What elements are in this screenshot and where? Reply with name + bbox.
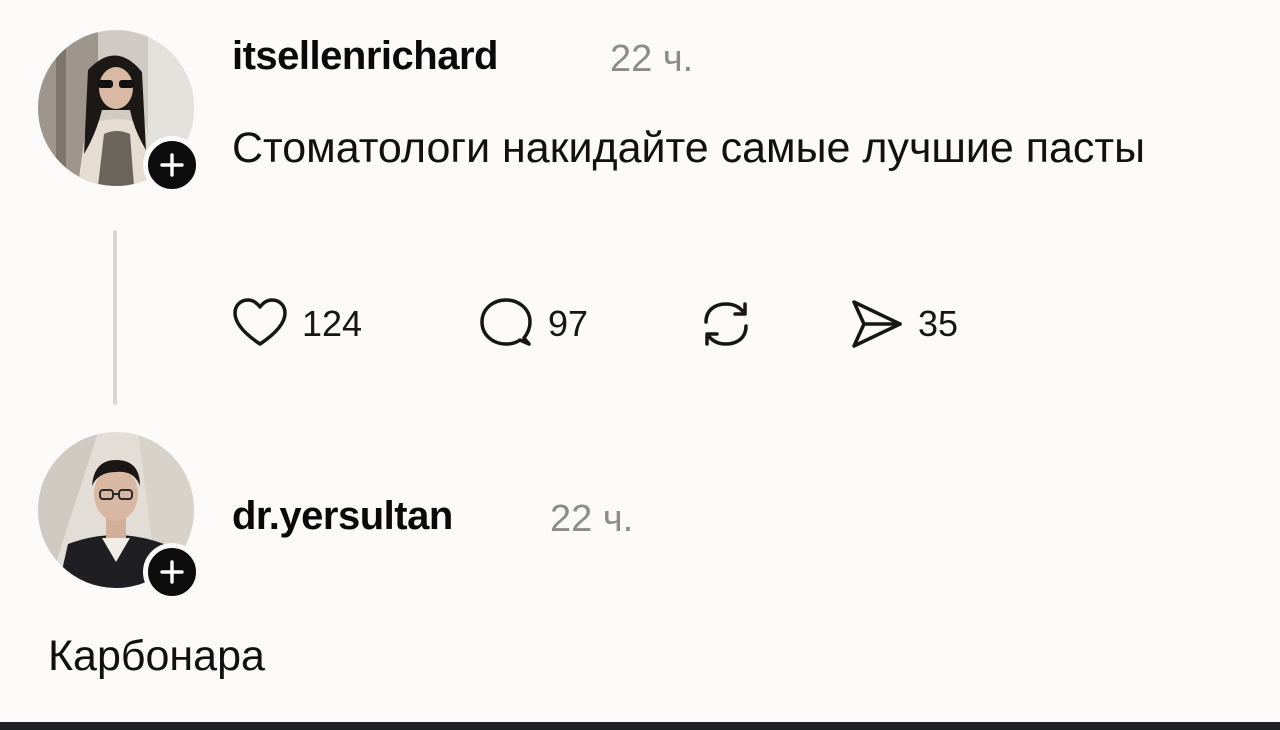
thread-line (113, 230, 117, 405)
username-dr-yersultan[interactable]: dr.yersultan (232, 494, 453, 539)
follow-button-dr-yersultan[interactable] (143, 543, 201, 601)
comment-count: 97 (548, 303, 589, 344)
post-time: 22 ч. (550, 498, 634, 540)
like-count: 124 (302, 303, 363, 344)
like-button[interactable]: 124 (230, 294, 362, 354)
plus-icon (160, 153, 184, 177)
reply-text: Карбонара (48, 632, 265, 680)
repost-icon (704, 302, 748, 346)
username-itsellenrichard[interactable]: itsellenrichard (232, 34, 498, 79)
comment-bubble-icon (480, 298, 532, 346)
heart-icon (233, 298, 287, 346)
follow-button-itsellenrichard[interactable] (143, 136, 201, 194)
post-text: Стоматологи накидайте самые лучшие пасты (232, 124, 1146, 172)
plus-icon (160, 560, 184, 584)
share-count: 35 (918, 303, 959, 344)
bottom-edge-bar (0, 722, 1280, 730)
repost-button[interactable] (696, 294, 756, 354)
post-time: 22 ч. (610, 38, 694, 80)
send-icon (852, 300, 902, 348)
comment-button[interactable]: 97 (476, 294, 588, 354)
share-button[interactable]: 35 (846, 294, 958, 354)
